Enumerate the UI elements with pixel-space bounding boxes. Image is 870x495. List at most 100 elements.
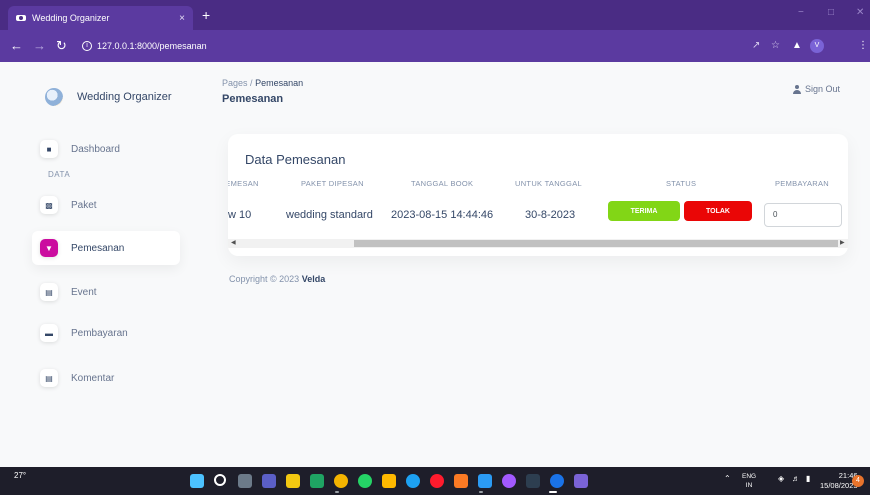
maximize-icon[interactable]: □ [828,7,834,18]
profile-avatar[interactable]: V [810,39,824,53]
breadcrumb-separator: / [250,78,253,88]
folder-icon[interactable] [382,474,396,488]
language-indicator[interactable]: ENG IN [742,472,756,490]
sidebar-item-paket[interactable]: ▩ Paket [32,188,180,222]
active-indicator [549,491,557,493]
table-title: Data Pemesanan [245,152,346,167]
share-icon[interactable]: ↗ [752,40,760,51]
minimize-icon[interactable]: − [798,7,804,18]
running-indicator [335,491,339,493]
sidebar-item-pembayaran[interactable]: ▬ Pembayaran [32,316,180,350]
extensions-icon[interactable]: ▲ [792,40,802,51]
sidebar-item-event[interactable]: ▤ Event [32,275,180,309]
task-view-icon[interactable] [238,474,252,488]
info-icon[interactable]: i [82,41,92,51]
chart-icon: ▩ [40,196,58,214]
back-arrow-icon[interactable]: ← [10,38,23,54]
wifi-icon[interactable]: ◈ [778,474,784,483]
column-header-status: STATUS [666,179,697,188]
terminal-icon[interactable] [526,474,540,488]
sidebar-item-label: Paket [71,199,97,211]
column-header-pemesan: PEMESAN [228,179,259,188]
file-explorer-icon[interactable] [286,474,300,488]
reload-icon[interactable]: ↻ [56,38,67,54]
tab-close-icon[interactable]: × [179,13,185,24]
browser-tab[interactable]: Wedding Organizer × [8,6,193,30]
footer-copyright: Copyright © 2023 [229,274,300,284]
sidebar-brand[interactable]: Wedding Organizer [45,88,172,106]
cell-untuk-tanggal: 30-8-2023 [525,209,576,221]
sidebar-item-dashboard[interactable]: ■ Dashboard [32,132,180,166]
payment-input[interactable]: 0 [764,203,842,227]
bookmark-star-icon[interactable]: ☆ [771,40,780,51]
page-content: Wedding Organizer ■ Dashboard DATA ▩ Pak… [0,62,870,467]
cell-pemesan: w 10 [228,209,252,221]
footer: Copyright © 2023 Velda [229,274,325,284]
chat-icon[interactable] [262,474,276,488]
url-field[interactable]: i 127.0.0.1:8000/pemesanan [82,36,722,56]
orders-table-card: Data Pemesanan PEMESAN PAKET DIPESAN TAN… [228,134,848,256]
calendar-icon: ▤ [40,369,58,387]
app-icon[interactable] [502,474,516,488]
column-header-paket: PAKET DIPESAN [301,179,364,188]
accept-button[interactable]: TERIMA [608,201,680,221]
scroll-right-icon[interactable]: ▶ [840,239,845,248]
app-l-icon[interactable] [310,474,324,488]
breadcrumb-root[interactable]: Pages [222,78,248,88]
vscode-icon[interactable] [478,474,492,488]
sidebar-item-pemesanan[interactable]: ▼ Pemesanan [32,231,180,265]
brand-name: Wedding Organizer [77,91,172,103]
notification-badge[interactable]: 4 [852,475,864,487]
sidebar-item-label: Event [71,286,97,298]
horizontal-scrollbar[interactable]: ◀ ▶ [228,239,848,248]
url-text: 127.0.0.1:8000/pemesanan [97,41,207,51]
weather-widget[interactable]: 27° [14,471,26,480]
sidebar-item-label: Dashboard [71,143,120,155]
scrollbar-thumb[interactable] [354,240,838,247]
language-bottom: IN [745,482,753,489]
tab-title: Wedding Organizer [32,13,110,23]
sidebar-item-label: Pembayaran [71,327,128,339]
reject-button[interactable]: TOLAK [684,201,752,221]
tray-chevron-icon[interactable]: ⌃ [724,474,731,483]
sidebar-item-label: Komentar [71,372,115,384]
browser-menu-icon[interactable]: ⋮ [858,40,868,51]
breadcrumb: Pages / Pemesanan [222,78,303,88]
xampp-icon[interactable] [454,474,468,488]
opera-icon[interactable] [430,474,444,488]
window-close-icon[interactable]: ✕ [856,7,864,18]
browser-tab-bar: Wedding Organizer × + − □ ✕ [0,0,870,30]
store-icon: ■ [40,140,58,158]
page-title: Pemesanan [222,93,284,105]
column-header-untuk-tanggal: UNTUK TANGGAL [515,179,582,188]
sign-out-label: Sign Out [805,84,841,94]
app-window-icon[interactable] [574,474,588,488]
start-icon[interactable] [190,474,204,488]
sidebar-section-label: DATA [48,170,71,179]
language-top: ENG [742,473,757,480]
scroll-left-icon[interactable]: ◀ [231,239,236,248]
browser-address-bar: ← → ↻ i 127.0.0.1:8000/pemesanan ↗ ☆ ▲ V… [0,30,870,62]
site-favicon-icon [16,15,26,21]
new-tab-button[interactable]: + [202,8,210,22]
sign-out-link[interactable]: Sign Out [793,84,840,94]
cell-paket: wedding standard [286,209,373,221]
taskbar: 27° ⌃ ENG IN ◈ ♬ ▮ 21:46 15/08/2023 4 [0,467,870,495]
chrome-profile-icon[interactable] [550,474,564,488]
running-indicator [479,491,483,493]
battery-icon[interactable]: ▮ [806,474,810,483]
breadcrumb-current: Pemesanan [255,78,304,88]
search-icon[interactable] [214,474,226,486]
card-icon: ▬ [40,324,58,342]
column-header-pembayaran: PEMBAYARAN [775,179,829,188]
forward-arrow-icon[interactable]: → [33,38,46,54]
whatsapp-icon[interactable] [358,474,372,488]
brand-logo-icon [45,88,63,106]
column-header-tanggal-book: TANGGAL BOOK [411,179,474,188]
footer-author[interactable]: Velda [302,274,326,284]
chrome-icon[interactable] [334,474,348,488]
volume-icon[interactable]: ♬ [792,474,800,483]
calendar-icon: ▤ [40,283,58,301]
sidebar-item-komentar[interactable]: ▤ Komentar [32,361,180,395]
edge-icon[interactable] [406,474,420,488]
